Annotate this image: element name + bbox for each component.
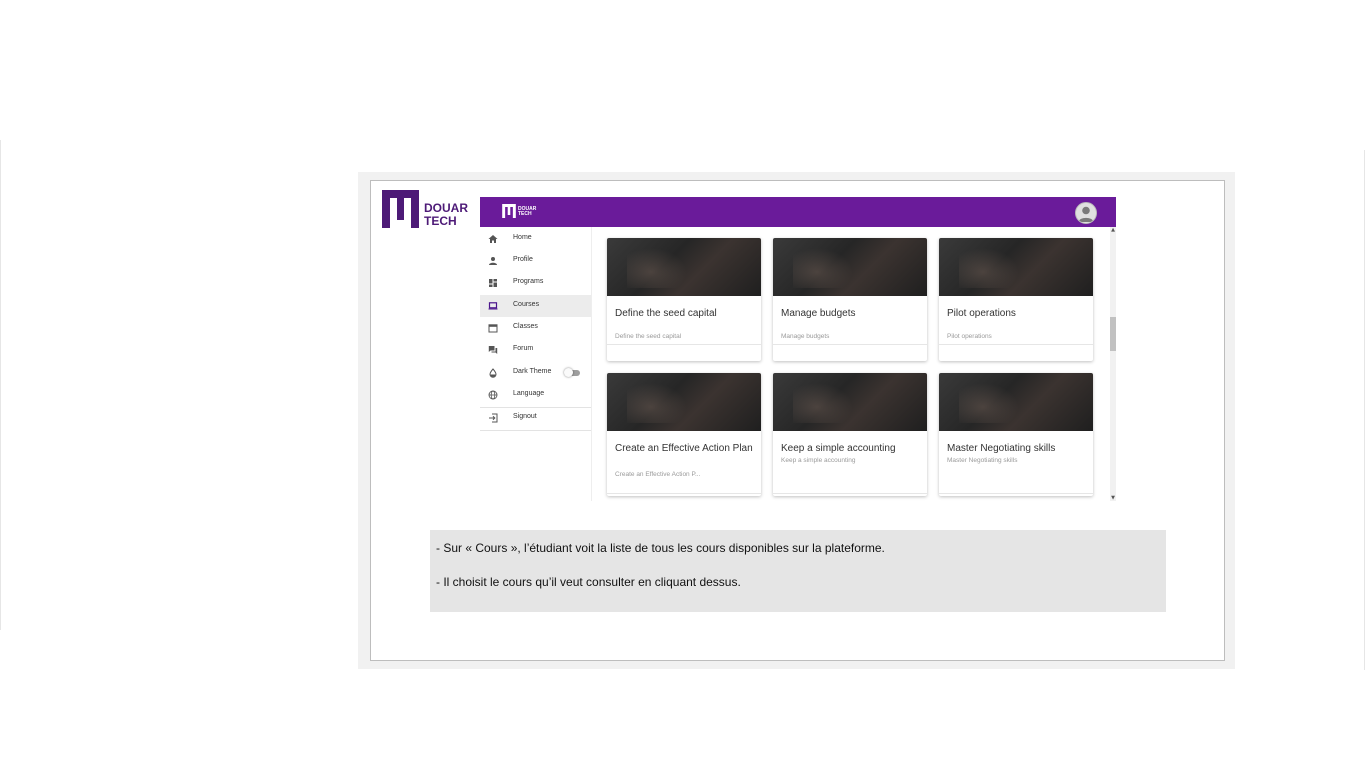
drop-icon: [489, 368, 497, 378]
logo-wordmark: DOUAR TECH: [424, 202, 468, 228]
globe-icon: [488, 390, 498, 400]
card-divider: [607, 344, 761, 345]
course-title: Pilot operations: [947, 308, 1016, 319]
slide-right-edge: [1364, 150, 1365, 670]
laptop-icon: [488, 302, 498, 310]
app-logo[interactable]: DOUAR TECH: [502, 204, 542, 220]
sidebar-item-classes[interactable]: Classes: [480, 317, 591, 339]
course-card[interactable]: Pilot operations Pilot operations: [939, 238, 1093, 361]
top-app-bar: DOUAR TECH: [480, 197, 1116, 227]
course-title: Keep a simple accounting: [781, 443, 896, 454]
sidebar-divider: [480, 430, 591, 431]
course-card[interactable]: Keep a simple accounting Keep a simple a…: [773, 373, 927, 496]
douar-tech-logo-mark: [382, 190, 419, 228]
card-divider: [607, 493, 761, 494]
caption-box: - Sur « Cours », l’étudiant voit la list…: [430, 530, 1166, 612]
sidebar-item-label: Profile: [513, 256, 533, 263]
sidebar: Home Profile Programs Courses Classes Fo…: [480, 227, 592, 501]
course-thumbnail: [607, 373, 761, 431]
app-logo-wordmark: DOUAR TECH: [518, 207, 536, 217]
sidebar-item-label: Dark Theme: [513, 368, 552, 375]
sidebar-item-language[interactable]: Language: [480, 384, 591, 406]
user-avatar[interactable]: [1075, 202, 1097, 224]
douar-tech-logo: DOUAR TECH: [382, 190, 472, 230]
scrollbar-thumb[interactable]: [1110, 317, 1116, 351]
course-subtitle: Pilot operations: [947, 333, 992, 340]
logo-line2: TECH: [424, 214, 457, 228]
sidebar-item-label: Classes: [513, 323, 538, 330]
sidebar-item-home[interactable]: Home: [480, 228, 591, 250]
course-subtitle: Master Negotiating skills: [947, 457, 1018, 464]
course-title: Manage budgets: [781, 308, 856, 319]
course-card[interactable]: Master Negotiating skills Master Negotia…: [939, 373, 1093, 496]
course-title: Define the seed capital: [615, 308, 717, 319]
sidebar-item-label: Home: [513, 234, 532, 241]
sidebar-item-label: Programs: [513, 278, 544, 285]
sidebar-item-label: Language: [513, 390, 545, 397]
sidebar-item-profile[interactable]: Profile: [480, 250, 591, 272]
sidebar-item-dark-theme[interactable]: Dark Theme: [480, 362, 591, 384]
forum-icon: [488, 346, 498, 354]
sidebar-item-signout[interactable]: Signout: [480, 407, 591, 429]
toggle-knob: [564, 368, 573, 377]
sidebar-item-programs[interactable]: Programs: [480, 272, 591, 294]
content-scrollbar[interactable]: ▲ ▼: [1110, 227, 1116, 501]
calendar-icon: [488, 324, 498, 333]
course-title: Create an Effective Action Plan: [615, 443, 753, 454]
courses-grid: Define the seed capital Define the seed …: [592, 227, 1110, 501]
slide-left-edge: [0, 140, 1, 630]
card-divider: [773, 493, 927, 494]
course-thumbnail: [773, 238, 927, 296]
course-thumbnail: [939, 373, 1093, 431]
sidebar-item-courses[interactable]: Courses: [480, 295, 591, 317]
sidebar-item-label: Signout: [513, 413, 537, 420]
dark-theme-toggle[interactable]: [564, 368, 581, 377]
course-thumbnail: [607, 238, 761, 296]
scroll-up-arrow-icon[interactable]: ▲: [1110, 227, 1116, 233]
sidebar-item-label: Courses: [513, 301, 540, 308]
dashboard-icon: [489, 279, 497, 287]
course-subtitle: Define the seed capital: [615, 333, 682, 340]
course-card[interactable]: Create an Effective Action Plan Create a…: [607, 373, 761, 496]
card-divider: [939, 344, 1093, 345]
card-divider: [773, 344, 927, 345]
caption-line-1: - Sur « Cours », l’étudiant voit la list…: [436, 541, 885, 555]
signout-icon: [489, 413, 498, 423]
sidebar-item-forum[interactable]: Forum: [480, 339, 591, 361]
app-logo-mark: [502, 204, 516, 218]
course-subtitle: Keep a simple accounting: [781, 457, 856, 464]
caption-line-2: - Il choisit le cours qu’il veut consult…: [436, 575, 741, 589]
avatar-person-icon: [1078, 206, 1094, 222]
course-card[interactable]: Manage budgets Manage budgets: [773, 238, 927, 361]
sidebar-item-label: Forum: [513, 345, 534, 352]
home-icon: [488, 235, 498, 243]
course-card[interactable]: Define the seed capital Define the seed …: [607, 238, 761, 361]
course-thumbnail: [939, 238, 1093, 296]
course-subtitle: Create an Effective Action P...: [615, 471, 701, 478]
course-title: Master Negotiating skills: [947, 443, 1056, 454]
course-thumbnail: [773, 373, 927, 431]
card-divider: [939, 493, 1093, 494]
app-window: DOUAR TECH Home Profile Programs Courses: [480, 197, 1116, 501]
scroll-down-arrow-icon[interactable]: ▼: [1110, 495, 1116, 501]
course-subtitle: Manage budgets: [781, 333, 830, 340]
person-icon: [489, 257, 497, 265]
app-logo-line2: TECH: [518, 211, 532, 217]
